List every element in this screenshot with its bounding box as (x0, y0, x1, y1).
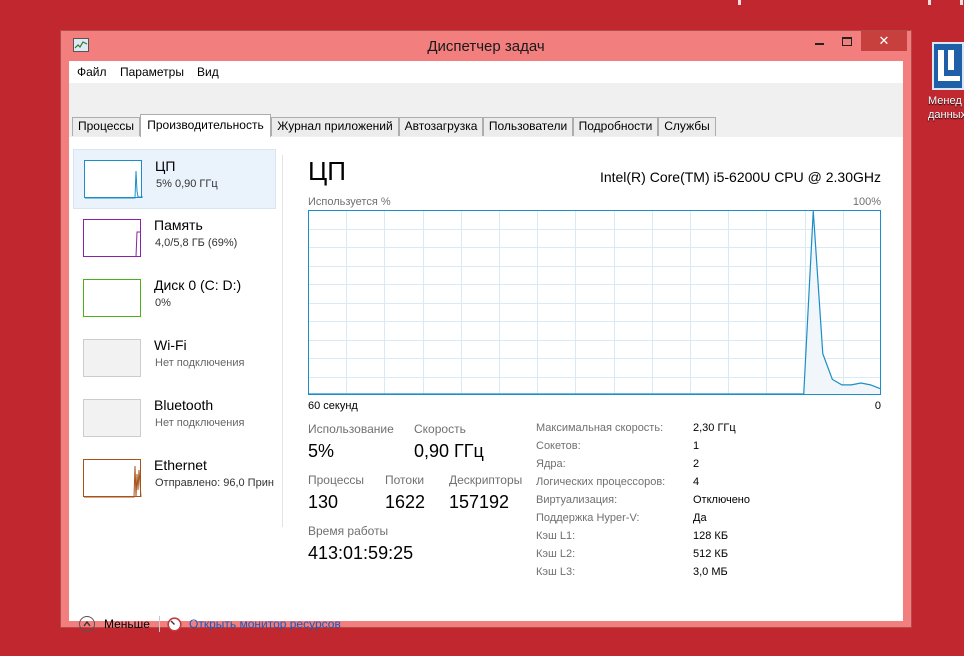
uptime-value: 413:01:59:25 (308, 543, 414, 563)
window-client-area: Файл Параметры Вид Процессы Производител… (69, 61, 903, 632)
spec-value: 2 (693, 458, 700, 470)
tab-startup[interactable]: Автозагрузка (399, 117, 483, 136)
resource-name: ЦП (155, 158, 176, 174)
spec-key: Ядра: (536, 458, 566, 470)
footer-divider (159, 616, 160, 632)
desktop-shortcut[interactable]: Менед данных (928, 40, 964, 121)
resource-item-memory[interactable]: Память 4,0/5,8 ГБ (69%) (73, 209, 276, 269)
tab-performance[interactable]: Производительность (140, 114, 271, 137)
chart-y-max-label: 100% (852, 196, 881, 208)
spec-key: Максимальная скорость: (536, 422, 664, 434)
minimize-icon (814, 42, 824, 45)
maximize-button[interactable] (833, 31, 861, 51)
spec-value: 2,30 ГГц (693, 422, 736, 434)
chart-x-start-label: 60 секунд (308, 400, 358, 412)
tab-services[interactable]: Службы (658, 117, 716, 136)
spec-key: Логических процессоров: (536, 476, 666, 488)
disk-graph-icon (83, 279, 141, 317)
fewer-details-label: Меньше (104, 617, 150, 631)
wifi-graph-icon (83, 339, 141, 377)
usage-value: 5% (308, 441, 335, 461)
detail-title: ЦП (308, 156, 346, 186)
task-manager-window: Диспетчер задач ✕ Файл Параметры Вид Про… (60, 30, 912, 632)
handles-value: 157192 (449, 492, 510, 512)
resource-item-ethernet[interactable]: Ethernet Отправлено: 96,0 Прин (73, 449, 281, 509)
threads-label: Потоки (385, 473, 425, 487)
resource-detail: Нет подключения (155, 357, 245, 369)
cpu-usage-line (308, 210, 881, 395)
resource-detail: 0% (155, 297, 171, 309)
speed-value: 0,90 ГГц (414, 441, 484, 461)
performance-panel: ЦП 5% 0,90 ГГц Память 4,0/5,8 ГБ (69%) Д… (69, 137, 903, 632)
tab-processes[interactable]: Процессы (72, 117, 140, 136)
resource-name: Bluetooth (154, 397, 214, 413)
resource-item-cpu[interactable]: ЦП 5% 0,90 ГГц (73, 149, 276, 209)
resource-list: ЦП 5% 0,90 ГГц Память 4,0/5,8 ГБ (69%) Д… (69, 137, 281, 547)
spec-key: Поддержка Hyper-V: (536, 512, 640, 524)
resource-name: Ethernet (154, 457, 207, 473)
database-manager-icon (932, 42, 964, 90)
chart-y-label: Используется % (308, 196, 391, 208)
spec-key: Кэш L1: (536, 530, 576, 542)
spec-value: 4 (693, 476, 700, 488)
menu-file[interactable]: Файл (77, 65, 107, 79)
resource-name: Диск 0 (C: D:) (154, 277, 242, 293)
close-button[interactable]: ✕ (861, 31, 907, 51)
spec-value: 1 (693, 440, 700, 452)
menu-options[interactable]: Параметры (120, 65, 184, 79)
open-resource-monitor-link[interactable]: Открыть монитор ресурсов (189, 617, 341, 631)
panel-divider (282, 155, 283, 527)
resource-item-bluetooth[interactable]: Bluetooth Нет подключения (73, 389, 276, 449)
threads-value: 1622 (385, 492, 426, 512)
resource-monitor-icon[interactable] (167, 617, 182, 632)
resource-detail: Нет подключения (155, 417, 245, 429)
tab-details[interactable]: Подробности (573, 117, 658, 136)
chevron-up-icon (79, 616, 95, 632)
resource-item-wifi[interactable]: Wi-Fi Нет подключения (73, 329, 276, 389)
resource-detail: Отправлено: 96,0 Прин (155, 477, 274, 489)
spec-value: Отключено (693, 494, 750, 506)
close-icon: ✕ (878, 33, 890, 48)
tab-app-history[interactable]: Журнал приложений (271, 117, 399, 136)
title-bar[interactable]: Диспетчер задач ✕ (61, 31, 911, 61)
resource-item-disk[interactable]: Диск 0 (C: D:) 0% (73, 269, 276, 329)
window-title: Диспетчер задач (427, 38, 545, 55)
desktop-shortcut-label: Менед данных (928, 95, 964, 121)
handles-label: Дескрипторы (449, 473, 523, 487)
spec-key: Кэш L2: (536, 548, 576, 560)
spec-value: Да (693, 512, 707, 524)
cpu-graph-icon (84, 160, 143, 199)
processes-label: Процессы (308, 473, 365, 487)
spec-value: 128 КБ (693, 530, 729, 542)
minimize-button[interactable] (805, 31, 833, 51)
cpu-usage-chart (308, 210, 881, 395)
resource-name: Память (154, 217, 203, 233)
ethernet-graph-icon (83, 459, 142, 498)
cpu-model: Intel(R) Core(TM) i5-6200U CPU @ 2.30GHz (599, 169, 881, 185)
cpu-usage-area (308, 211, 880, 394)
resource-detail: 5% 0,90 ГГц (156, 178, 218, 190)
menu-bar: Файл Параметры Вид (69, 61, 903, 83)
resource-name: Wi-Fi (154, 337, 187, 353)
uptime-label: Время работы (308, 524, 389, 538)
spec-value: 512 КБ (693, 548, 729, 560)
chart-border (308, 210, 881, 395)
chart-grid (308, 210, 881, 395)
tab-users[interactable]: Пользователи (483, 117, 573, 136)
desktop-edge-marks (738, 0, 964, 6)
menu-view[interactable]: Вид (197, 65, 219, 79)
bluetooth-graph-icon (83, 399, 141, 437)
speed-label: Скорость (414, 422, 466, 436)
resource-detail: 4,0/5,8 ГБ (69%) (155, 237, 238, 249)
usage-label: Использование (308, 422, 394, 436)
chart-x-end-label: 0 (874, 400, 881, 412)
processes-value: 130 (308, 492, 339, 512)
spec-key: Сокетов: (536, 440, 581, 452)
maximize-icon (842, 37, 852, 47)
spec-key: Виртуализация: (536, 494, 618, 506)
spec-key: Кэш L3: (536, 566, 576, 578)
memory-graph-icon (83, 219, 141, 258)
spec-value: 3,0 МБ (693, 566, 728, 578)
